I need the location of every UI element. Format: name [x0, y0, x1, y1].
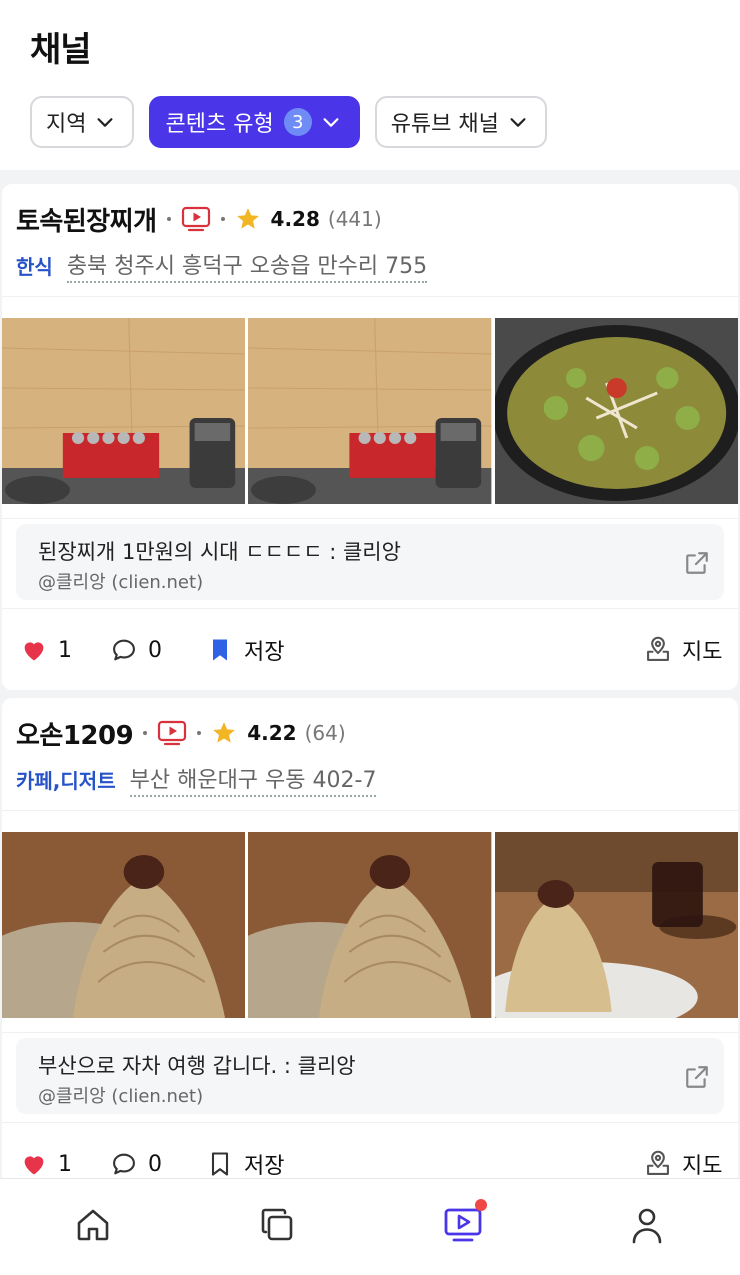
- save-label: 저장: [244, 1154, 285, 1179]
- youtube-icon: [157, 719, 187, 747]
- page-title: 채널: [30, 30, 92, 70]
- map-label: 지도: [682, 640, 723, 665]
- nav-profile-button[interactable]: [627, 1205, 667, 1249]
- comment-icon: [113, 1153, 135, 1175]
- like-count: 1: [58, 637, 72, 663]
- notification-dot: [475, 1199, 487, 1211]
- separator-dot: [166, 217, 171, 221]
- map-label: 지도: [682, 1154, 723, 1179]
- divider: [2, 608, 738, 609]
- article-source: @클리앙 (clien.net): [38, 1086, 204, 1107]
- filter-label: 지역: [46, 112, 87, 137]
- category-row: 카페,디저트 부산 해운대구 우동 402-7: [16, 762, 377, 797]
- nav-home-button[interactable]: [73, 1205, 113, 1249]
- chevron-down-icon: [97, 118, 114, 127]
- separator-dot: [197, 731, 202, 735]
- separator-dot: [220, 217, 225, 221]
- article-link[interactable]: 부산으로 자차 여행 갑니다. : 클리앙 @클리앙 (clien.net): [16, 1038, 724, 1114]
- action-bar: 1 0 저장 지도: [2, 628, 738, 672]
- comment-icon: [113, 639, 135, 661]
- nav-collection-button[interactable]: [257, 1205, 297, 1249]
- chevron-down-icon: [323, 118, 339, 127]
- copy-icon: [261, 1208, 293, 1241]
- filter-youtube-channel-button[interactable]: 유튜브 채널: [374, 96, 547, 148]
- bookmark-icon: [213, 639, 227, 661]
- photo[interactable]: [248, 832, 492, 1018]
- photo[interactable]: [2, 832, 246, 1018]
- photo[interactable]: [494, 832, 738, 1018]
- profile-icon: [632, 1208, 662, 1244]
- divider: [2, 296, 738, 297]
- star-icon: [235, 206, 261, 232]
- category-label: 카페,디저트: [16, 769, 116, 793]
- photo[interactable]: [2, 318, 246, 504]
- rating-value: 4.22: [247, 721, 297, 745]
- save-label: 저장: [244, 640, 285, 665]
- like-button[interactable]: 1: [20, 628, 72, 672]
- article-title: 부산으로 자차 여행 갑니다. : 클리앙: [38, 1054, 356, 1078]
- photo-strip[interactable]: [2, 832, 738, 1018]
- restaurant-name[interactable]: 오손1209: [16, 715, 134, 752]
- external-link-icon: [686, 1066, 708, 1088]
- review-count: (441): [327, 207, 382, 231]
- separator-dot: [143, 731, 148, 735]
- divider: [2, 518, 738, 519]
- restaurant-card[interactable]: 오손1209 4.22 (64) 카페,디저트 부산 해운대구 우동 402-7: [2, 698, 738, 1198]
- map-button[interactable]: 지도: [644, 628, 722, 672]
- filter-count-badge: 3: [283, 108, 312, 136]
- restaurant-card[interactable]: 토속된장찌개 4.28 (441) 한식 충북 청주시 흥덕구 오송읍 만수리 …: [2, 184, 738, 690]
- category-label: 한식: [16, 255, 53, 279]
- save-button[interactable]: 저장: [206, 628, 284, 672]
- comment-count: 0: [148, 1151, 162, 1177]
- photo-strip[interactable]: [2, 318, 738, 504]
- title-row: 오손1209 4.22 (64): [16, 715, 346, 752]
- external-link-icon: [686, 552, 708, 574]
- header: 채널 지역 콘텐츠 유형 3 유튜브 채널: [0, 0, 740, 170]
- address-link[interactable]: 부산 해운대구 우동 402-7: [129, 762, 377, 797]
- photo[interactable]: [494, 318, 738, 504]
- comment-count: 0: [148, 637, 162, 663]
- article-link[interactable]: 된장찌개 1만원의 시대 ㄷㄷㄷㄷ : 클리앙 @클리앙 (clien.net): [16, 524, 724, 600]
- channel-icon: [444, 1208, 482, 1242]
- filter-content-type-button[interactable]: 콘텐츠 유형 3: [149, 96, 360, 148]
- map-pin-icon: [647, 636, 669, 661]
- filter-chips: 지역 콘텐츠 유형 3 유튜브 채널: [30, 96, 547, 148]
- filter-label: 유튜브 채널: [390, 112, 499, 137]
- youtube-icon: [181, 205, 211, 233]
- article-source: @클리앙 (clien.net): [38, 572, 204, 593]
- photo[interactable]: [248, 318, 492, 504]
- star-icon: [211, 720, 237, 746]
- bookmark-icon: [211, 1152, 229, 1176]
- divider: [2, 1122, 738, 1123]
- heart-icon: [24, 642, 44, 661]
- address-link[interactable]: 충북 청주시 흥덕구 오송읍 만수리 755: [66, 248, 428, 283]
- chevron-down-icon: [510, 118, 526, 127]
- review-count: (64): [304, 721, 346, 745]
- comment-button[interactable]: 0: [110, 628, 162, 672]
- bottom-nav: [0, 1178, 740, 1275]
- nav-channel-button[interactable]: [443, 1199, 487, 1249]
- heart-icon: [24, 1156, 44, 1175]
- map-pin-icon: [647, 1150, 669, 1175]
- title-row: 토속된장찌개 4.28 (441): [16, 201, 382, 238]
- restaurant-name[interactable]: 토속된장찌개: [16, 201, 157, 238]
- filter-label: 콘텐츠 유형: [165, 112, 274, 137]
- article-title: 된장찌개 1만원의 시대 ㄷㄷㄷㄷ : 클리앙: [38, 540, 401, 564]
- divider: [2, 1032, 738, 1033]
- category-row: 한식 충북 청주시 흥덕구 오송읍 만수리 755: [16, 248, 428, 283]
- rating-value: 4.28: [270, 207, 320, 231]
- like-count: 1: [58, 1151, 72, 1177]
- home-icon: [77, 1209, 109, 1241]
- divider: [2, 810, 738, 811]
- filter-region-button[interactable]: 지역: [30, 96, 135, 148]
